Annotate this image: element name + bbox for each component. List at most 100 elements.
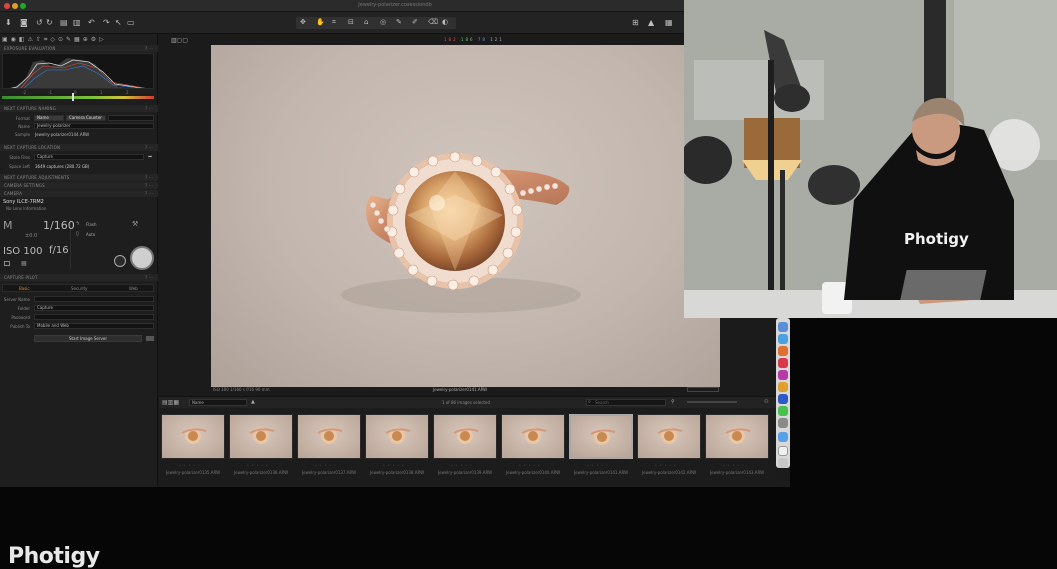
filmstrip-thumbnail[interactable] — [569, 414, 633, 459]
download-icon[interactable]: ⬇ — [5, 18, 12, 28]
section-next-capture-naming[interactable]: NEXT CAPTURE NAMING? ⋯ — [0, 105, 158, 112]
rating-stars[interactable]: • • • • • — [587, 463, 609, 467]
trash-icon[interactable]: ▥ — [73, 18, 81, 28]
exposure-mode[interactable]: M — [3, 219, 13, 232]
pilot-tabs: Basic Security Web — [2, 284, 154, 292]
filmstrip-thumbnail[interactable] — [229, 414, 293, 459]
search-input[interactable]: Search — [586, 399, 666, 406]
grid-view-icon[interactable]: ⊞ — [632, 18, 639, 28]
sort-direction-icon[interactable]: ▲ — [251, 399, 255, 405]
name-field[interactable]: Jewelry-polarizer — [34, 123, 154, 129]
preferences-dock-icon[interactable] — [778, 418, 788, 428]
window-icon[interactable]: ▭ — [127, 18, 135, 28]
section-next-capture-location[interactable]: NEXT CAPTURE LOCATION? ⋯ — [0, 144, 158, 151]
rotate-icon[interactable]: ↺ — [36, 18, 43, 28]
library-icon[interactable]: ▤ — [60, 18, 68, 28]
zoom-slider[interactable] — [687, 387, 719, 392]
firefox-dock-icon[interactable] — [778, 346, 788, 356]
tool-tabs-row[interactable]: ▣◉◧⚠⇧⌗◇⊙✎▦⊕⚙▷ — [2, 36, 107, 44]
section-exposure-evaluation[interactable]: EXPOSURE EVALUATION? ⋯ — [0, 45, 158, 52]
pointer-icon[interactable]: ✋ — [316, 18, 325, 26]
tab-basic[interactable]: Basic — [19, 286, 30, 291]
password-field[interactable] — [34, 314, 154, 320]
tab-security[interactable]: Security — [71, 286, 87, 291]
view-toggle-icons[interactable]: ▤▥▦ — [162, 399, 179, 406]
cursor-icon[interactable]: ↖ — [115, 18, 122, 28]
live-view-button[interactable] — [114, 255, 126, 267]
publish-select[interactable]: Mobile and Web — [34, 323, 154, 329]
calendar-dock-icon[interactable] — [778, 358, 788, 368]
safari-dock-icon[interactable] — [778, 334, 788, 344]
gradient-icon[interactable]: ◐ — [442, 18, 448, 26]
image-exif-readout: ISO 100 1/160 s f/16 90 mm — [213, 387, 270, 392]
section-capture-pilot[interactable]: CAPTURE PILOT? ⋯ — [0, 274, 158, 281]
downloads-dock-icon[interactable] — [778, 432, 788, 442]
filmstrip-thumbnail[interactable] — [161, 414, 225, 459]
filmstrip-thumbnail[interactable] — [501, 414, 565, 459]
document-dock-icon[interactable] — [778, 446, 788, 456]
rating-stars[interactable]: • • • • • — [451, 463, 473, 467]
sample-label: Sample — [15, 132, 30, 137]
crop-icon[interactable]: ⌗ — [332, 18, 336, 27]
format-token-name[interactable]: Name — [34, 115, 64, 121]
autofocus-icon[interactable]: ⚒ — [132, 220, 138, 228]
rating-stars[interactable]: • • • • • — [723, 463, 745, 467]
filmstrip-thumbnail[interactable] — [433, 414, 497, 459]
rotate-right-icon[interactable]: ↻ — [46, 18, 53, 28]
redo-icon[interactable]: ↷ — [103, 18, 110, 28]
messages-dock-icon[interactable] — [778, 406, 788, 416]
filmstrip-thumbnail[interactable] — [297, 414, 361, 459]
folder-select[interactable]: Capture — [34, 305, 154, 311]
spot-icon[interactable]: ◎ — [380, 18, 386, 26]
pan-icon[interactable]: ✥ — [300, 18, 306, 26]
store-files-select[interactable]: Capture — [34, 154, 144, 160]
appstore-dock-icon[interactable] — [778, 394, 788, 404]
rating-stars[interactable]: • • • • • — [655, 463, 677, 467]
user-icon[interactable]: ⚇ — [764, 399, 768, 405]
rating-stars[interactable]: • • • • • — [383, 463, 405, 467]
aperture[interactable]: f/16 — [49, 245, 69, 256]
section-next-capture-adjustments[interactable]: NEXT CAPTURE ADJUSTMENTS? ⋯ — [0, 174, 158, 181]
rating-stars[interactable]: • • • • • — [315, 463, 337, 467]
undo-icon[interactable]: ↶ — [88, 18, 95, 28]
filmstrip-thumbnail[interactable] — [705, 414, 769, 459]
rating-stars[interactable]: • • • • • — [247, 463, 269, 467]
finder-dock-icon[interactable] — [778, 322, 788, 332]
thumbnail-size-slider[interactable] — [687, 401, 737, 403]
columns-icon[interactable]: ▦ — [665, 18, 673, 28]
filmstrip-thumbnail[interactable] — [637, 414, 701, 459]
tab-web[interactable]: Web — [129, 286, 138, 291]
section-camera-settings[interactable]: CAMERA SETTINGS? ⋯ — [0, 182, 158, 189]
warning-icon[interactable]: ▲ — [648, 18, 654, 28]
section-camera[interactable]: CAMERA? ⋯ — [0, 190, 158, 197]
iso[interactable]: ISO 100 — [3, 246, 42, 257]
itunes-dock-icon[interactable] — [778, 370, 788, 380]
filmstrip-thumbnail[interactable] — [365, 414, 429, 459]
filter-icon[interactable]: ⚲ — [671, 399, 675, 405]
folder-reveal-icon[interactable]: ➦ — [148, 154, 152, 160]
picker-icon[interactable]: ✎ — [396, 18, 402, 26]
rating-stars[interactable]: • • • • • — [519, 463, 541, 467]
brush-icon[interactable]: ✐ — [412, 18, 418, 26]
camera-icon[interactable]: ◙ — [20, 18, 28, 28]
server-options-icon[interactable] — [146, 336, 154, 341]
section-title: CAMERA SETTINGS — [4, 183, 45, 188]
shutter-speed[interactable]: 1/160 — [43, 219, 75, 232]
sort-select[interactable]: Name — [189, 399, 247, 406]
straighten-icon[interactable]: ⊟ — [348, 18, 354, 26]
rating-stars[interactable]: • • • • • — [179, 463, 201, 467]
server-name-field[interactable] — [34, 296, 154, 302]
exposure-compensation[interactable]: ±0.0 — [25, 233, 37, 239]
selection-count: 1 of 86 images selected — [442, 400, 491, 405]
keystone-icon[interactable]: ⌂ — [364, 18, 368, 26]
start-image-server-button[interactable]: Start Image Server — [34, 335, 142, 342]
view-mode-icons[interactable]: ▥▢▢ — [171, 37, 188, 44]
capture-button[interactable] — [130, 246, 154, 270]
eraser-icon[interactable]: ⌫ — [428, 18, 438, 26]
white-balance-icon[interactable] — [4, 261, 10, 266]
trash-dock-icon[interactable] — [778, 458, 788, 468]
format-field[interactable] — [108, 115, 154, 121]
photos-dock-icon[interactable] — [778, 382, 788, 392]
drive-mode-icon[interactable]: ▦ — [21, 260, 27, 267]
format-token-counter[interactable]: Camera Counter — [66, 115, 106, 121]
